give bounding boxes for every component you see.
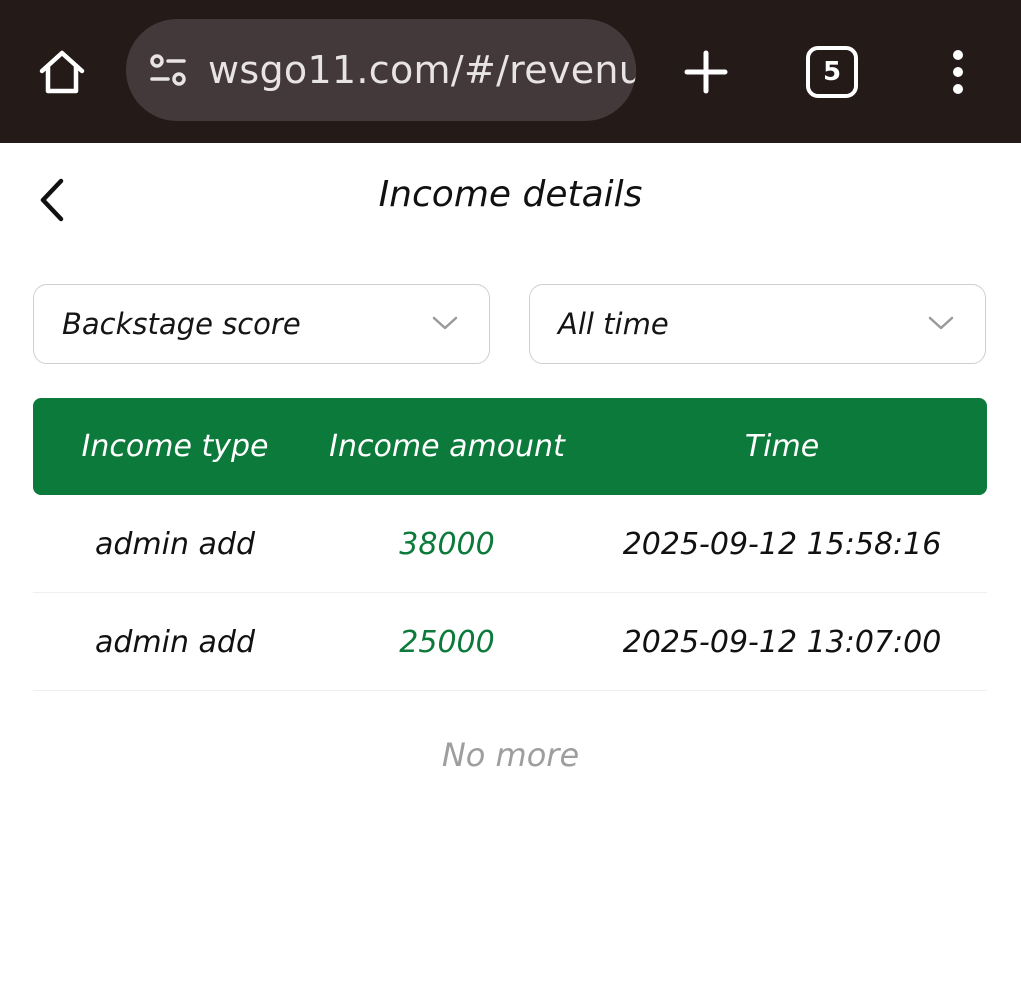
browser-menu-button[interactable] — [934, 44, 982, 100]
plus-icon — [684, 50, 728, 94]
time-cell: 2025-09-12 15:58:16 — [622, 527, 942, 562]
column-header-time: Time — [744, 429, 820, 464]
time-range-select[interactable]: All time — [529, 284, 986, 364]
table-row: admin add 25000 2025-09-12 13:07:00 — [33, 594, 987, 691]
address-bar[interactable]: wsgo11.com/#/revenu — [126, 19, 636, 121]
home-icon — [39, 50, 85, 94]
income-type-cell: admin add — [94, 527, 255, 562]
no-more-text: No more — [441, 736, 580, 774]
page-title: Income details — [378, 174, 643, 215]
income-amount-cell: 25000 — [399, 625, 495, 660]
chevron-left-icon — [40, 178, 64, 222]
time-range-selected: All time — [558, 307, 669, 341]
back-button[interactable] — [24, 170, 80, 230]
income-type-select[interactable]: Backstage score — [33, 284, 490, 364]
income-type-cell: admin add — [94, 625, 255, 660]
table-header: Income type Income amount Time — [33, 398, 987, 495]
home-button[interactable] — [34, 44, 90, 100]
time-cell: 2025-09-12 13:07:00 — [622, 625, 942, 660]
tab-count: 5 — [822, 57, 842, 87]
column-header-income-type: Income type — [81, 429, 269, 464]
browser-toolbar: wsgo11.com/#/revenu 5 — [0, 0, 1021, 143]
url-text[interactable]: wsgo11.com/#/revenu — [208, 48, 636, 92]
more-vert-icon — [953, 50, 963, 94]
tune-icon[interactable] — [146, 48, 190, 92]
tab-switcher-button[interactable]: 5 — [806, 46, 858, 98]
income-type-selected: Backstage score — [62, 307, 301, 341]
new-tab-button[interactable] — [678, 44, 734, 100]
column-header-income-amount: Income amount — [329, 429, 565, 464]
income-amount-cell: 38000 — [399, 527, 495, 562]
table-row: admin add 38000 2025-09-12 15:58:16 — [33, 496, 987, 593]
chevron-down-icon — [927, 311, 955, 335]
chevron-down-icon — [431, 311, 459, 335]
